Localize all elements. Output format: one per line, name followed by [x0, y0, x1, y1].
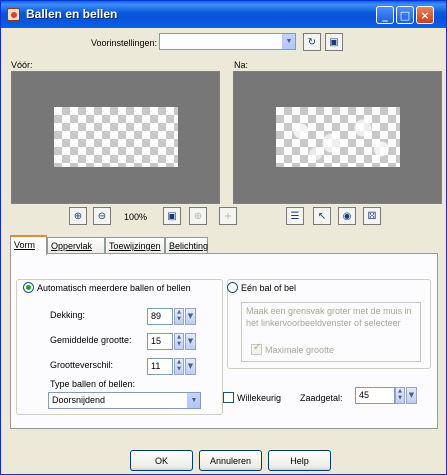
cancel-button[interactable]: Annuleren [199, 450, 262, 471]
preview-layout-icon[interactable]: ☰ [286, 207, 304, 225]
auto-radio[interactable] [23, 282, 34, 293]
window-title: Ballen en bellen [26, 7, 118, 21]
title-bar[interactable]: Ballen en bellen _ □ × [1, 1, 446, 28]
after-image [276, 107, 400, 167]
type-dropdown[interactable]: Doorsnijdend ▼ [48, 392, 201, 409]
reset-icon[interactable]: ↻ [303, 33, 321, 51]
zaadgetal-spinner[interactable]: ▲ ▼ [395, 387, 405, 404]
grootteverschil-label: Grootteverschil: [50, 360, 114, 370]
gem-grootte-dropdown[interactable]: ▼ [185, 333, 196, 350]
type-value: Doorsnijdend [52, 395, 106, 405]
tab-oppervlak[interactable]: Oppervlak [47, 237, 105, 254]
zoom-in-icon[interactable]: ⊕ [69, 207, 87, 225]
zaadgetal-input[interactable]: 45 [355, 387, 395, 404]
dekking-dropdown[interactable]: ▼ [185, 308, 196, 325]
save-icon[interactable]: ▣ [325, 33, 343, 51]
after-preview [233, 71, 442, 204]
single-radio[interactable] [227, 282, 238, 293]
app-icon [7, 8, 20, 21]
help-button[interactable]: Help [268, 450, 331, 471]
presets-dropdown[interactable]: ▼ [159, 33, 296, 50]
dialog-window: Ballen en bellen _ □ × Voorinstellingen:… [0, 0, 447, 475]
chevron-down-icon: ▼ [282, 34, 295, 49]
chevron-down-icon: ▼ [187, 393, 200, 408]
before-preview[interactable] [11, 71, 220, 204]
dekking-label: Dekking: [50, 310, 86, 320]
close-button[interactable]: × [416, 6, 434, 24]
willekeurig-checkbox[interactable] [223, 392, 234, 403]
gem-grootte-spinner[interactable]: ▲ ▼ [174, 333, 184, 350]
dekking-input[interactable]: 89 [147, 308, 173, 325]
zaadgetal-label: Zaadgetal: [300, 393, 343, 403]
max-size-label: Maximale grootte [265, 345, 335, 355]
pan-icon[interactable]: + [219, 207, 237, 225]
zaadgetal-dropdown[interactable]: ▼ [406, 387, 417, 404]
proof-icon[interactable]: ↖ [313, 207, 331, 225]
single-radio-label[interactable]: Eén bal of bel [241, 283, 296, 293]
gem-grootte-input[interactable]: 15 [147, 333, 173, 350]
before-label: Vóór: [11, 60, 33, 70]
minimize-button[interactable]: _ [376, 6, 394, 24]
ok-button[interactable]: OK [130, 450, 193, 471]
zoom-level: 100% [124, 212, 148, 222]
tab-toewijzingen[interactable]: Toewijzingen [105, 237, 165, 254]
zoom-out-icon[interactable]: ⊖ [93, 207, 111, 225]
before-image [54, 107, 178, 167]
grootteverschil-dropdown[interactable]: ▼ [185, 358, 196, 375]
tab-panel-vorm: Automatisch meerdere ballen of bellen Eé… [10, 253, 438, 429]
max-size-checkbox[interactable] [251, 342, 262, 355]
after-label: Na: [234, 60, 249, 70]
dekking-spinner[interactable]: ▲ ▼ [174, 308, 184, 325]
eye-icon[interactable]: ◉ [338, 207, 356, 225]
presets-label: Voorinstellingen: [91, 38, 158, 48]
willekeurig-label[interactable]: Willekeurig [237, 393, 281, 403]
single-hint-text: Maak een grensvak groter met de muis in … [246, 306, 412, 328]
tab-vorm[interactable]: Vorm [10, 235, 47, 255]
zoom-to-fit-icon[interactable]: ▣ [163, 207, 181, 225]
type-label: Type ballen of bellen: [50, 379, 136, 389]
randomize-icon[interactable]: ⚄ [363, 207, 381, 225]
auto-radio-label[interactable]: Automatisch meerdere ballen of bellen [37, 283, 191, 293]
tab-belichting[interactable]: Belichting [165, 237, 208, 254]
navigate-icon[interactable]: ⊕ [189, 207, 207, 225]
gem-grootte-label: Gemiddelde grootte: [50, 335, 132, 345]
grootteverschil-spinner[interactable]: ▲ ▼ [174, 358, 184, 375]
maximize-button[interactable]: □ [396, 6, 414, 24]
grootteverschil-input[interactable]: 11 [147, 358, 173, 375]
